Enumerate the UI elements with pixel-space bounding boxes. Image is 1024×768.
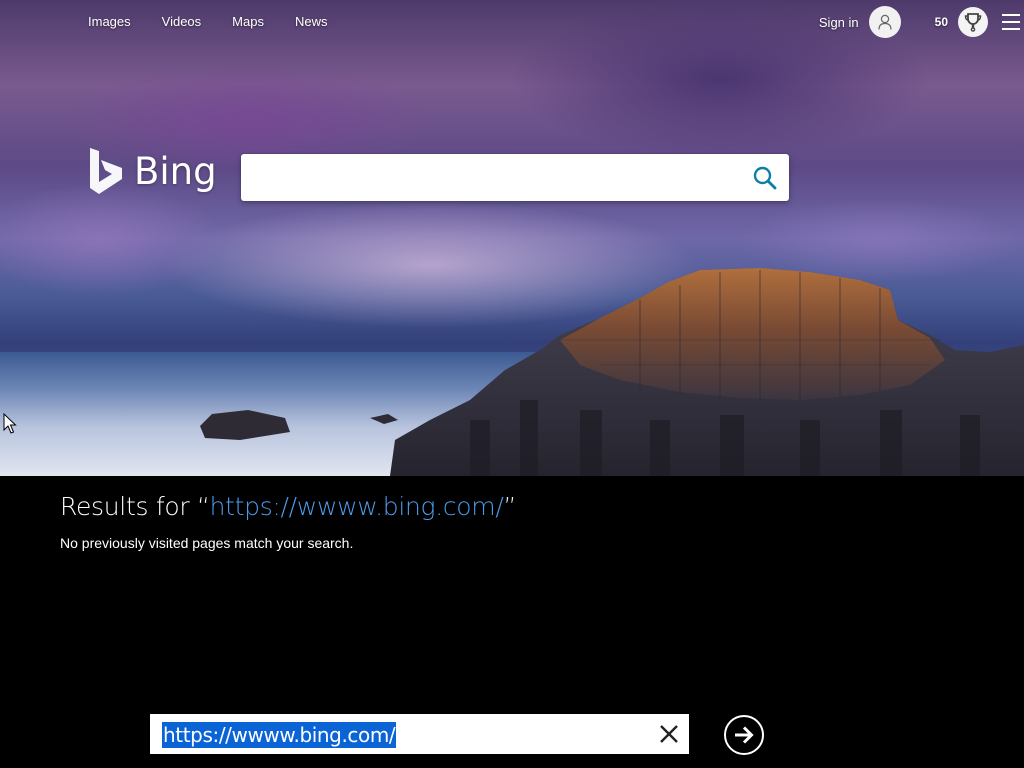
- bing-logo[interactable]: Bing: [88, 146, 217, 196]
- nav-images[interactable]: Images: [88, 14, 131, 30]
- results-suffix: ”: [503, 492, 517, 521]
- hamburger-menu-icon[interactable]: [998, 6, 1024, 38]
- top-nav: Images Videos Maps News: [88, 14, 358, 30]
- arrow-right-circle-icon[interactable]: [724, 715, 764, 755]
- results-query-link[interactable]: https://wwww.bing.com/: [210, 492, 504, 521]
- mouse-pointer-icon: [3, 413, 17, 434]
- results-prefix: Results for “: [60, 492, 210, 521]
- background-image: [0, 0, 1024, 476]
- causeway-rocks: [200, 268, 1024, 476]
- address-bar[interactable]: https://wwww.bing.com/: [150, 714, 689, 754]
- bing-wordmark: Bing: [134, 149, 217, 193]
- nav-maps[interactable]: Maps: [232, 14, 264, 30]
- nav-videos[interactable]: Videos: [162, 14, 202, 30]
- rewards-points[interactable]: 50: [935, 15, 948, 29]
- search-input[interactable]: [255, 164, 735, 191]
- account-area: Sign in 50: [819, 6, 1024, 38]
- results-message: No previously visited pages match your s…: [60, 535, 354, 551]
- search-box: [241, 154, 789, 201]
- close-icon[interactable]: [655, 720, 683, 748]
- bing-b-icon: [90, 148, 122, 194]
- rewards-trophy-icon[interactable]: [958, 7, 988, 37]
- nav-news[interactable]: News: [295, 14, 328, 30]
- sign-in-link[interactable]: Sign in: [819, 15, 859, 30]
- user-icon[interactable]: [868, 6, 901, 38]
- search-icon[interactable]: [749, 162, 781, 194]
- results-heading: Results for “https://wwww.bing.com/”: [60, 492, 516, 521]
- address-input[interactable]: https://wwww.bing.com/: [162, 722, 397, 748]
